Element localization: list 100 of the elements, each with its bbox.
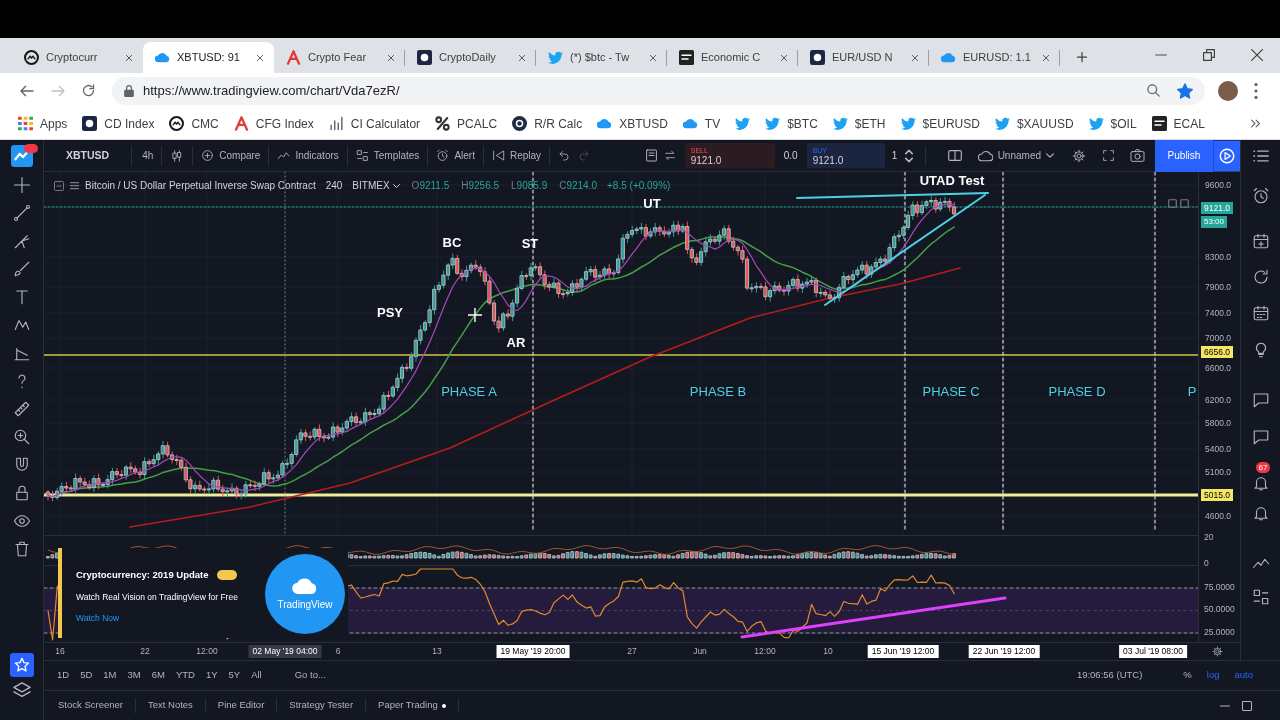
bookmark-link[interactable]: PCALC xyxy=(435,114,498,133)
reload-icon[interactable] xyxy=(81,83,96,98)
browser-tab[interactable]: Crypto Fear xyxy=(274,42,405,73)
bookmark-link[interactable]: CD Index xyxy=(82,114,155,133)
bookmark-link[interactable]: CMC xyxy=(169,114,219,133)
crosshair-icon[interactable] xyxy=(12,176,31,194)
panel-tab[interactable]: Strategy Tester xyxy=(277,698,367,713)
address-bar[interactable]: https://www.tradingview.com/chart/Vda7ezR/ xyxy=(112,76,1205,105)
double-chevron-icon[interactable] xyxy=(1251,119,1260,128)
interval-button[interactable]: 4h xyxy=(142,148,154,163)
layout-icon[interactable] xyxy=(947,149,962,162)
play-circle-icon[interactable] xyxy=(1213,139,1240,172)
range-button[interactable]: YTD xyxy=(175,668,195,683)
symbol-field[interactable]: XBTUSD xyxy=(66,147,110,164)
watch-now-link[interactable]: Watch Now xyxy=(76,612,120,625)
menu-icon[interactable] xyxy=(1254,82,1258,99)
panel-tab[interactable]: Pine Editor xyxy=(205,698,278,713)
browser-tab[interactable]: XBTUSD: 91 xyxy=(143,42,274,73)
calendar-icon[interactable] xyxy=(1251,304,1270,322)
close-icon[interactable] xyxy=(125,53,133,62)
browser-tab[interactable]: CryptoDaily xyxy=(405,42,536,73)
panel-tab[interactable]: Paper Trading xyxy=(366,698,459,713)
maximize-icon[interactable] xyxy=(1242,700,1252,711)
bookmark-link[interactable]: TV xyxy=(682,114,721,133)
close-icon[interactable] xyxy=(1042,53,1050,62)
search-icon[interactable] xyxy=(1146,83,1161,98)
avatar-icon[interactable] xyxy=(1218,80,1238,101)
bookmark-link[interactable]: $ETH xyxy=(832,114,886,133)
bookmark-link[interactable]: CI Calculator xyxy=(328,114,421,133)
quantity-field[interactable]: 1 xyxy=(886,148,903,163)
bookmark-link[interactable]: $OIL xyxy=(1088,114,1137,133)
layout-button[interactable]: Unnamed xyxy=(977,148,1054,163)
panel-tab[interactable]: Text Notes xyxy=(135,698,206,713)
bookmark-link[interactable]: R/R Calc xyxy=(512,114,583,133)
close-icon[interactable] xyxy=(780,53,788,62)
refresh-icon[interactable] xyxy=(1251,268,1270,286)
bookmark-link[interactable]: ECAL xyxy=(1151,114,1205,133)
go-to-button[interactable]: Go to... xyxy=(294,668,326,683)
browser-tab[interactable]: Cryptocurr xyxy=(12,42,143,73)
list-icon[interactable] xyxy=(1252,148,1269,164)
range-button[interactable]: 1M xyxy=(103,668,117,683)
notification-icon[interactable] xyxy=(1251,474,1270,492)
plus-icon[interactable] xyxy=(1076,51,1088,63)
layers-icon[interactable] xyxy=(12,681,31,699)
toolbar-button[interactable]: Replay xyxy=(491,148,542,163)
minimize-icon[interactable] xyxy=(1220,704,1230,707)
scale-toggle[interactable]: % xyxy=(1183,668,1192,683)
eye-icon[interactable] xyxy=(12,512,31,530)
restore-icon[interactable] xyxy=(1203,48,1215,61)
toolbar-button[interactable]: Templates xyxy=(355,148,420,163)
close-icon[interactable] xyxy=(649,53,657,62)
browser-tab[interactable]: (*) $btc - Tw xyxy=(536,42,667,73)
browser-tab[interactable]: EUR/USD N xyxy=(798,42,929,73)
bookmark-link[interactable]: Apps xyxy=(18,114,68,133)
range-button[interactable]: 5Y xyxy=(228,668,241,683)
swap-arrows-icon[interactable] xyxy=(662,149,677,162)
range-button[interactable]: All xyxy=(251,668,262,683)
chat-icon[interactable] xyxy=(1251,428,1270,446)
settings-icon[interactable] xyxy=(1072,148,1086,163)
pitchfork-icon[interactable] xyxy=(12,232,31,250)
star-icon[interactable] xyxy=(1177,82,1193,99)
toolbar-button[interactable]: Compare xyxy=(201,148,261,163)
close-icon[interactable] xyxy=(256,53,264,62)
range-button[interactable]: 5D xyxy=(80,668,93,683)
bookmark-link[interactable]: $BTC xyxy=(765,114,818,133)
close-icon[interactable] xyxy=(911,53,919,62)
range-button[interactable]: 1Y xyxy=(205,668,218,683)
range-button[interactable]: 3M xyxy=(127,668,141,683)
bookmark-link[interactable]: $XAUUSD xyxy=(994,114,1074,133)
bookmark-link[interactable]: $EURUSD xyxy=(900,114,980,133)
scale-toggle[interactable]: auto xyxy=(1234,668,1253,683)
settings-icon[interactable] xyxy=(1212,646,1223,657)
calendar-icon[interactable] xyxy=(1251,232,1270,250)
camera-icon[interactable] xyxy=(1130,149,1145,162)
range-button[interactable]: 1D xyxy=(57,668,70,683)
zoom-in-icon[interactable] xyxy=(12,428,31,446)
publish-button[interactable]: Publish xyxy=(1155,139,1213,172)
trash-icon[interactable] xyxy=(12,540,31,558)
grid-icon[interactable] xyxy=(1251,588,1270,606)
range-button[interactable]: 6M xyxy=(151,668,165,683)
toolbar-button[interactable]: Indicators xyxy=(277,148,339,163)
toolbar-button[interactable]: Alert xyxy=(436,148,475,163)
browser-tab[interactable]: EURUSD: 1.1 xyxy=(929,42,1060,73)
bell-icon[interactable] xyxy=(1251,504,1270,522)
scale-toggle[interactable]: log xyxy=(1206,668,1220,683)
trend-line-icon[interactable] xyxy=(12,204,31,222)
panel-icon[interactable] xyxy=(645,149,657,162)
chat-icon[interactable] xyxy=(1251,391,1270,409)
browser-tab[interactable]: Economic C xyxy=(667,42,798,73)
undo-icon[interactable] xyxy=(558,149,571,162)
fullscreen-icon[interactable] xyxy=(1102,149,1115,162)
ruler-icon[interactable] xyxy=(12,400,31,418)
close-icon[interactable] xyxy=(387,53,395,62)
brush-icon[interactable] xyxy=(12,260,31,278)
close-icon[interactable] xyxy=(1251,48,1263,61)
bookmark-link[interactable]: XBTUSD xyxy=(597,114,668,133)
bookmark-link[interactable]: CFG Index xyxy=(233,114,314,133)
close-icon[interactable] xyxy=(518,53,526,62)
panel-tab[interactable]: Stock Screener xyxy=(46,698,136,713)
bird-icon[interactable] xyxy=(735,116,751,131)
